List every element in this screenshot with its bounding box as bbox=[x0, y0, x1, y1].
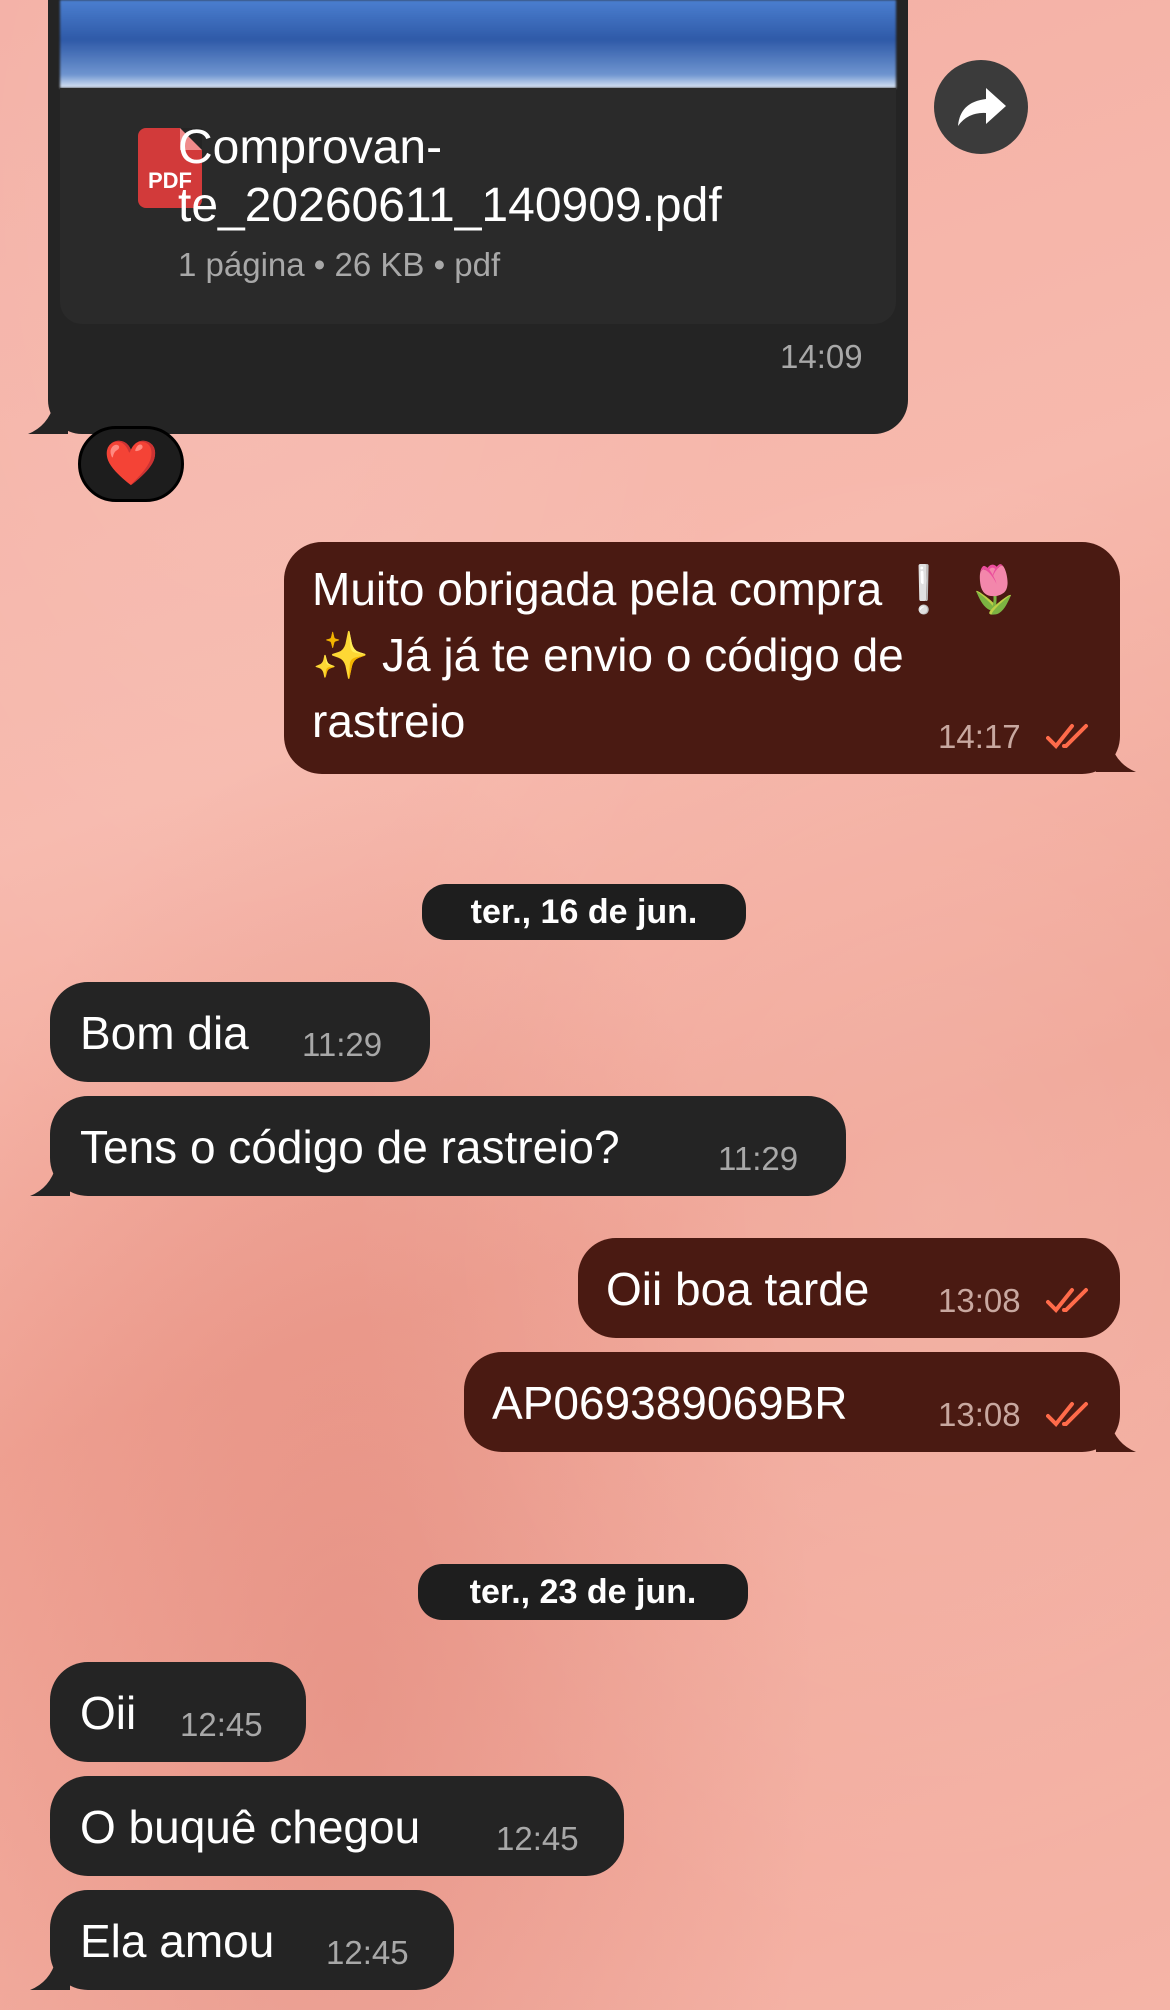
document-file-name-line2: te_20260611_140909.pdf bbox=[178, 179, 722, 232]
document-message-bubble[interactable]: PDF Comprovan- te_20260611_140909.pdf 1 … bbox=[48, 0, 908, 434]
message-text-line2: ✨ Já já te envio o código de bbox=[312, 629, 904, 681]
outgoing-bubble-tail bbox=[1096, 1422, 1136, 1452]
double-check-read-icon bbox=[1046, 1402, 1088, 1427]
message-text: O buquê chegou bbox=[80, 1801, 421, 1853]
message-time: 14:17 bbox=[938, 718, 1021, 755]
document-preview-image[interactable] bbox=[60, 0, 896, 88]
message-text: Ela amou bbox=[80, 1915, 275, 1967]
incoming-bubble-tail bbox=[30, 1960, 70, 1990]
heart-reaction-badge[interactable]: ❤️ bbox=[78, 426, 184, 502]
incoming-message-bubble[interactable]: Bom dia 11:29 bbox=[50, 982, 430, 1082]
message-text: Bom dia bbox=[80, 1007, 249, 1059]
message-text: Tens o código de rastreio? bbox=[80, 1121, 620, 1173]
message-time: 13:08 bbox=[938, 1282, 1021, 1319]
date-separator: ter., 16 de jun. bbox=[422, 884, 746, 940]
message-time: 12:45 bbox=[180, 1706, 263, 1743]
incoming-message-bubble[interactable]: O buquê chegou 12:45 bbox=[50, 1776, 624, 1876]
message-time: 11:29 bbox=[302, 1026, 383, 1063]
document-message-time: 14:09 bbox=[780, 338, 863, 375]
message-time: 12:45 bbox=[496, 1820, 579, 1857]
message-time: 12:45 bbox=[326, 1934, 409, 1971]
incoming-bubble-tail bbox=[30, 1166, 70, 1196]
message-text-line3: rastreio bbox=[312, 695, 466, 747]
forward-arrow-icon bbox=[958, 88, 1006, 126]
double-check-read-icon bbox=[1046, 724, 1088, 749]
incoming-message-bubble[interactable]: Ela amou 12:45 bbox=[50, 1890, 454, 1990]
document-file-name-line1: Comprovan- bbox=[178, 121, 443, 174]
message-text: Oii bbox=[80, 1687, 137, 1739]
tracking-code-text: AP069389069BR bbox=[492, 1377, 848, 1429]
heart-reaction-icon: ❤️ bbox=[103, 439, 159, 488]
double-check-read-icon bbox=[1046, 1288, 1088, 1313]
document-file-meta: 1 página • 26 KB • pdf bbox=[178, 246, 501, 283]
incoming-message-bubble[interactable]: Tens o código de rastreio? 11:29 bbox=[50, 1096, 846, 1196]
message-text: Oii boa tarde bbox=[606, 1263, 870, 1315]
outgoing-bubble-tail bbox=[1096, 742, 1136, 772]
message-time: 13:08 bbox=[938, 1396, 1021, 1433]
incoming-bubble-tail bbox=[28, 404, 68, 434]
outgoing-message-bubble[interactable]: Muito obrigada pela compra ❕ 🌷 ✨ Já já t… bbox=[284, 542, 1120, 774]
date-separator: ter., 23 de jun. bbox=[418, 1564, 748, 1620]
outgoing-message-bubble[interactable]: Oii boa tarde 13:08 bbox=[578, 1238, 1120, 1338]
incoming-message-bubble[interactable]: Oii 12:45 bbox=[50, 1662, 306, 1762]
message-time: 11:29 bbox=[718, 1140, 799, 1177]
message-text-line1: Muito obrigada pela compra ❕ 🌷 bbox=[312, 563, 1023, 615]
outgoing-message-bubble[interactable]: AP069389069BR 13:08 bbox=[464, 1352, 1120, 1452]
forward-button[interactable] bbox=[934, 60, 1028, 154]
